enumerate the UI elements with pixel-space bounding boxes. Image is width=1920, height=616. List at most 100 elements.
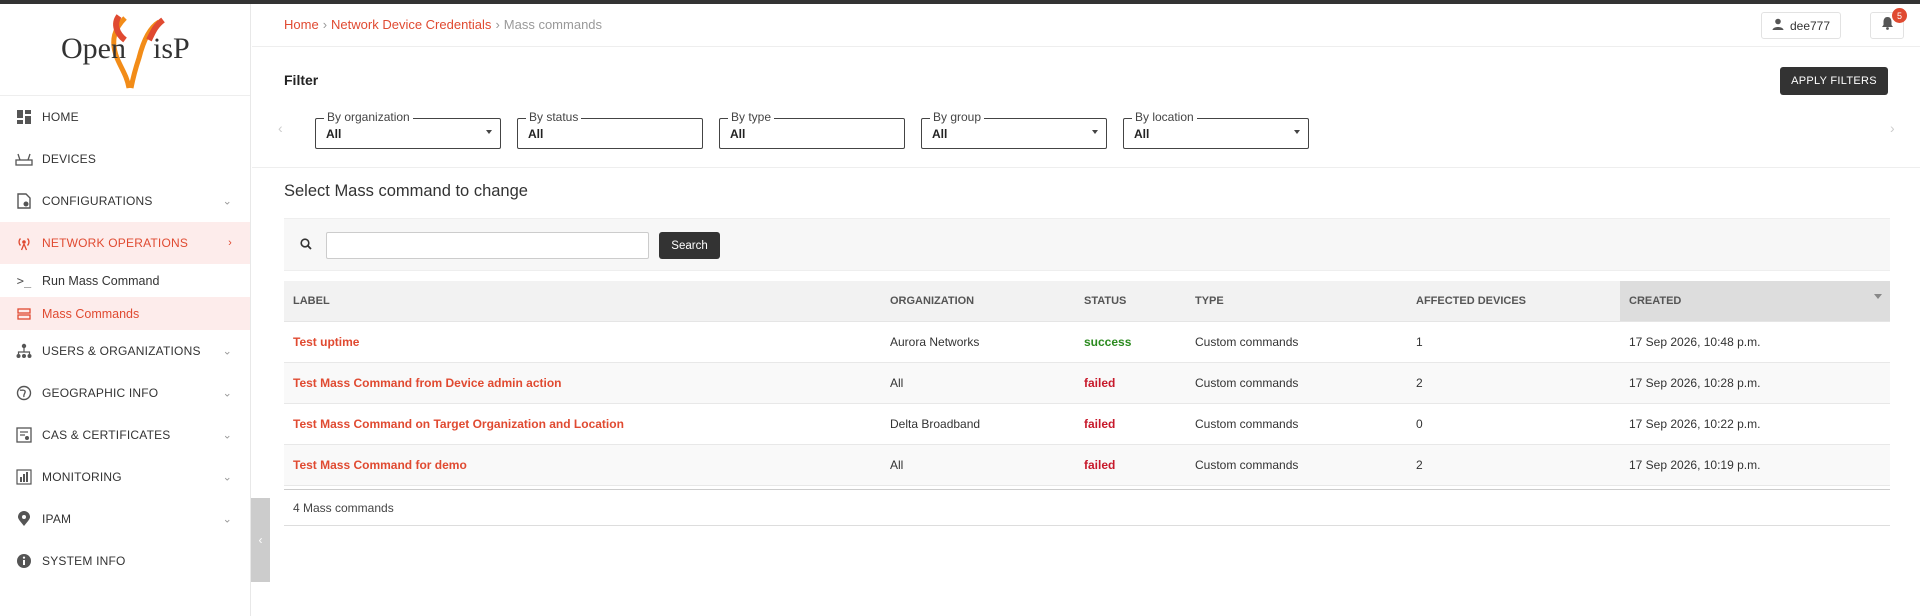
sidebar-item-label: USERS & ORGANIZATIONS [42, 344, 201, 358]
sidebar-item-label: IPAM [42, 512, 72, 526]
filter-value: All [932, 127, 948, 141]
filter-label: By organization [324, 110, 413, 124]
certificate-icon [14, 425, 34, 445]
sidebar-item-configurations[interactable]: CONFIGURATIONS ⌄ [0, 180, 250, 222]
chevron-down-icon: ⌄ [222, 387, 232, 400]
cell-status: failed [1075, 444, 1186, 486]
scroll-right-icon[interactable]: › [1890, 120, 1895, 136]
cell-status: failed [1075, 403, 1186, 445]
notification-count-badge: 5 [1892, 8, 1907, 23]
status-badge: success [1084, 334, 1132, 349]
sidebar-item-devices[interactable]: DEVICES [0, 138, 250, 180]
cell-affected-devices: 2 [1407, 362, 1620, 404]
search-input[interactable] [326, 232, 649, 259]
filter-label: By location [1132, 110, 1197, 124]
column-header-affected-devices[interactable]: AFFECTED DEVICES [1407, 281, 1620, 322]
header: Home › Network Device Credentials › Mass com… [252, 4, 1920, 47]
chevron-down-icon: ⌄ [222, 345, 232, 358]
cell-organization: Delta Broadband [881, 403, 1075, 445]
chevron-down-icon: ⌄ [222, 429, 232, 442]
user-menu-button[interactable]: dee777 [1761, 12, 1841, 39]
search-button[interactable]: Search [659, 232, 720, 259]
filter-location-select[interactable]: By location All [1123, 110, 1309, 149]
column-header-type[interactable]: TYPE [1186, 281, 1407, 322]
sidebar-item-label: CONFIGURATIONS [42, 194, 153, 208]
bar-chart-icon [14, 467, 34, 487]
svg-text:Open: Open [61, 32, 126, 65]
cell-type: Custom commands [1186, 403, 1407, 445]
row-link[interactable]: Test uptime [293, 335, 359, 349]
page-title: Select Mass command to change [284, 182, 528, 200]
username: dee777 [1789, 18, 1831, 33]
sort-descending-icon[interactable] [1874, 294, 1882, 299]
sidebar-item-home[interactable]: HOME [0, 96, 250, 138]
chevron-down-icon: ⌄ [222, 471, 232, 484]
sidebar-item-system-info[interactable]: SYSTEM INFO [0, 540, 250, 582]
sidebar-item-geographic-info[interactable]: GEOGRAPHIC INFO ⌄ [0, 372, 250, 414]
table-row: Test Mass Command on Target Organization… [284, 403, 1890, 445]
breadcrumb: Home › Network Device Credentials › Mass com… [284, 17, 602, 32]
broadcast-icon [14, 233, 34, 253]
filter-value: All [326, 127, 342, 141]
breadcrumb-section-link[interactable]: Network Device Credentials [331, 17, 491, 32]
cell-created: 17 Sep 2026, 10:48 p.m. [1620, 321, 1890, 363]
filter-group-select[interactable]: By group All [921, 110, 1107, 149]
cell-organization: All [881, 444, 1075, 486]
status-badge: failed [1084, 457, 1116, 472]
row-link[interactable]: Test Mass Command on Target Organization… [293, 417, 624, 431]
sidebar-item-users-organizations[interactable]: USERS & ORGANIZATIONS ⌄ [0, 330, 250, 372]
sidebar-item-ipam[interactable]: IPAM ⌄ [0, 498, 250, 540]
breadcrumb-current: Mass commands [503, 17, 603, 32]
breadcrumb-separator: › [322, 17, 328, 32]
cell-status: failed [1075, 362, 1186, 404]
filter-title: Filter [284, 72, 319, 88]
column-header-label[interactable]: LABEL [284, 281, 881, 322]
cell-label: Test Mass Command for demo [284, 444, 881, 486]
column-header-created[interactable]: CREATED [1620, 281, 1890, 322]
breadcrumb-home-link[interactable]: Home [284, 17, 319, 32]
sidebar-item-run-mass-command[interactable]: >_ Run Mass Command [0, 264, 250, 297]
sidebar-item-cas-certificates[interactable]: CAS & CERTIFICATES ⌄ [0, 414, 250, 456]
chevron-down-icon: ⌄ [222, 513, 232, 526]
row-link[interactable]: Test Mass Command from Device admin acti… [293, 376, 562, 390]
row-link[interactable]: Test Mass Command for demo [293, 458, 467, 472]
filter-label: By type [728, 110, 775, 124]
scroll-left-icon[interactable]: ‹ [278, 120, 283, 136]
search-bar: Search [284, 218, 1890, 271]
terminal-icon: >_ [16, 273, 32, 288]
filter-value: All [1134, 127, 1150, 141]
cell-label: Test Mass Command from Device admin acti… [284, 362, 881, 404]
caret-down-icon [1092, 130, 1098, 134]
chevron-down-icon: ⌄ [222, 195, 232, 208]
sidebar-item-network-operations[interactable]: NETWORK OPERATIONS › [0, 222, 250, 264]
caret-down-icon [1294, 130, 1300, 134]
config-file-icon [14, 191, 34, 211]
cell-type: Custom commands [1186, 362, 1407, 404]
cell-affected-devices: 0 [1407, 403, 1620, 445]
column-header-organization[interactable]: ORGANIZATION [881, 281, 1075, 322]
notifications-button[interactable]: 5 [1870, 8, 1907, 39]
cell-created: 17 Sep 2026, 10:19 p.m. [1620, 444, 1890, 486]
sidebar-item-monitoring[interactable]: MONITORING ⌄ [0, 456, 250, 498]
openwisp-logo[interactable]: Open isP [0, 4, 250, 96]
apply-filters-button[interactable]: APPLY FILTERS [1780, 67, 1888, 95]
breadcrumb-separator: › [495, 17, 500, 32]
cell-label: Test uptime [284, 321, 881, 363]
cell-type: Custom commands [1186, 321, 1407, 363]
sidebar-item-mass-commands[interactable]: Mass Commands [0, 297, 250, 330]
user-icon [1772, 18, 1784, 33]
filter-label: By status [526, 110, 582, 124]
column-header-status[interactable]: STATUS [1075, 281, 1186, 322]
cell-label: Test Mass Command on Target Organization… [284, 403, 881, 445]
filter-panel: Filter APPLY FILTERS ‹ › By organization… [252, 47, 1920, 168]
sidebar-item-label: Run Mass Command [42, 273, 160, 288]
table-row: Test Mass Command from Device admin acti… [284, 362, 1890, 404]
filter-status-select[interactable]: By status All [517, 110, 703, 149]
sidebar-item-label: GEOGRAPHIC INFO [42, 386, 159, 400]
sidebar-item-label: NETWORK OPERATIONS [42, 236, 189, 250]
cell-organization: Aurora Networks [881, 321, 1075, 363]
cell-created: 17 Sep 2026, 10:22 p.m. [1620, 403, 1890, 445]
filter-type-select[interactable]: By type All [719, 110, 905, 149]
svg-text:isP: isP [153, 32, 190, 65]
filter-organization-select[interactable]: By organization All [315, 110, 501, 149]
